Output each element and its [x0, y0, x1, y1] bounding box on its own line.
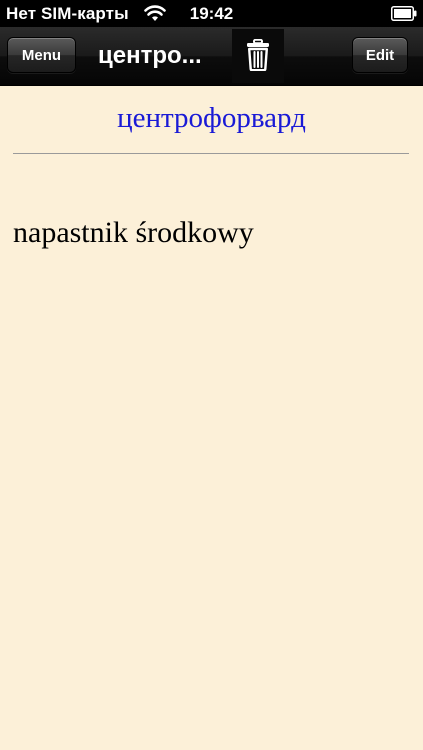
status-time: 19:42 [189, 4, 234, 23]
entry-content: центрофорвард napastnik środkowy [0, 86, 423, 750]
menu-button[interactable]: Menu [7, 37, 76, 73]
edit-button[interactable]: Edit [352, 37, 408, 73]
entry-headword: центрофорвард [117, 102, 306, 134]
entry-translation: napastnik środkowy [13, 216, 254, 249]
status-bar: Нет SIM-карты 19:42 [0, 0, 423, 27]
battery-icon [391, 6, 417, 21]
nav-title: центро... [98, 42, 202, 69]
navigation-bar: Menu центро... Edit [0, 27, 423, 86]
delete-button[interactable] [232, 29, 284, 83]
divider [13, 153, 409, 154]
trash-icon [247, 39, 269, 71]
